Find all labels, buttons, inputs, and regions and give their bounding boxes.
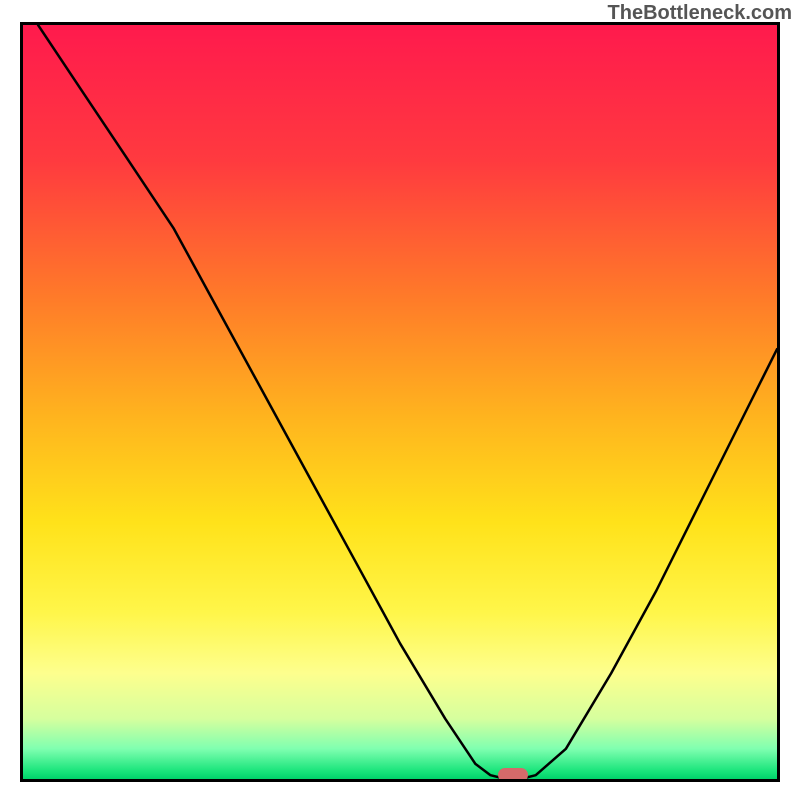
bottleneck-curve xyxy=(38,25,777,779)
optimal-marker xyxy=(498,768,528,782)
chart-container: TheBottleneck.com xyxy=(0,0,800,800)
curve-svg xyxy=(23,25,777,779)
watermark-text: TheBottleneck.com xyxy=(608,2,792,25)
plot-area xyxy=(20,22,780,782)
